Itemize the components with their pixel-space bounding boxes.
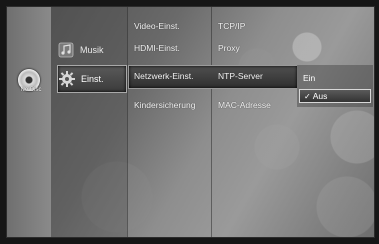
main-menu-item-musik[interactable]: Musik <box>57 37 125 63</box>
disc-status-label: No Disc <box>20 87 42 93</box>
option-item-tcpip[interactable]: TCP/IP <box>218 21 245 31</box>
option-item-ntp-server[interactable]: NTP-Server <box>218 71 263 81</box>
music-icon <box>57 41 75 59</box>
main-menu-item-einst[interactable]: Einst. <box>57 65 127 93</box>
popup-option-aus[interactable]: ✓ Aus <box>299 89 371 103</box>
checkmark-icon: ✓ <box>304 91 311 101</box>
network-options-menu: TCP/IP Proxy NTP-Server MAC-Adresse <box>212 7 296 237</box>
main-menu-label: Musik <box>80 45 104 55</box>
popup-option-label: Ein <box>303 73 316 83</box>
gear-icon <box>58 70 76 88</box>
main-menu-label: Einst. <box>81 74 104 84</box>
popup-option-ein[interactable]: Ein <box>299 71 371 85</box>
settings-submenu: Video-Einst. HDMI-Einst. Netzwerk-Einst.… <box>128 7 212 237</box>
ntp-server-popup: Ein ✓ Aus <box>297 65 373 107</box>
settings-screen: No Disc Musik Einst. Video-Einst. HDMI-E… <box>6 6 375 238</box>
submenu-item-hdmi[interactable]: HDMI-Einst. <box>134 43 180 53</box>
submenu-item-video[interactable]: Video-Einst. <box>134 21 180 31</box>
main-menu: Musik Einst. <box>51 7 127 237</box>
status-strip: No Disc <box>7 7 51 237</box>
popup-option-label: Aus <box>312 91 328 101</box>
submenu-item-network[interactable]: Netzwerk-Einst. <box>134 71 194 81</box>
option-item-proxy[interactable]: Proxy <box>218 43 240 53</box>
submenu-item-parental-control[interactable]: Kindersicherung <box>134 100 195 110</box>
option-item-mac-address[interactable]: MAC-Adresse <box>218 100 271 110</box>
